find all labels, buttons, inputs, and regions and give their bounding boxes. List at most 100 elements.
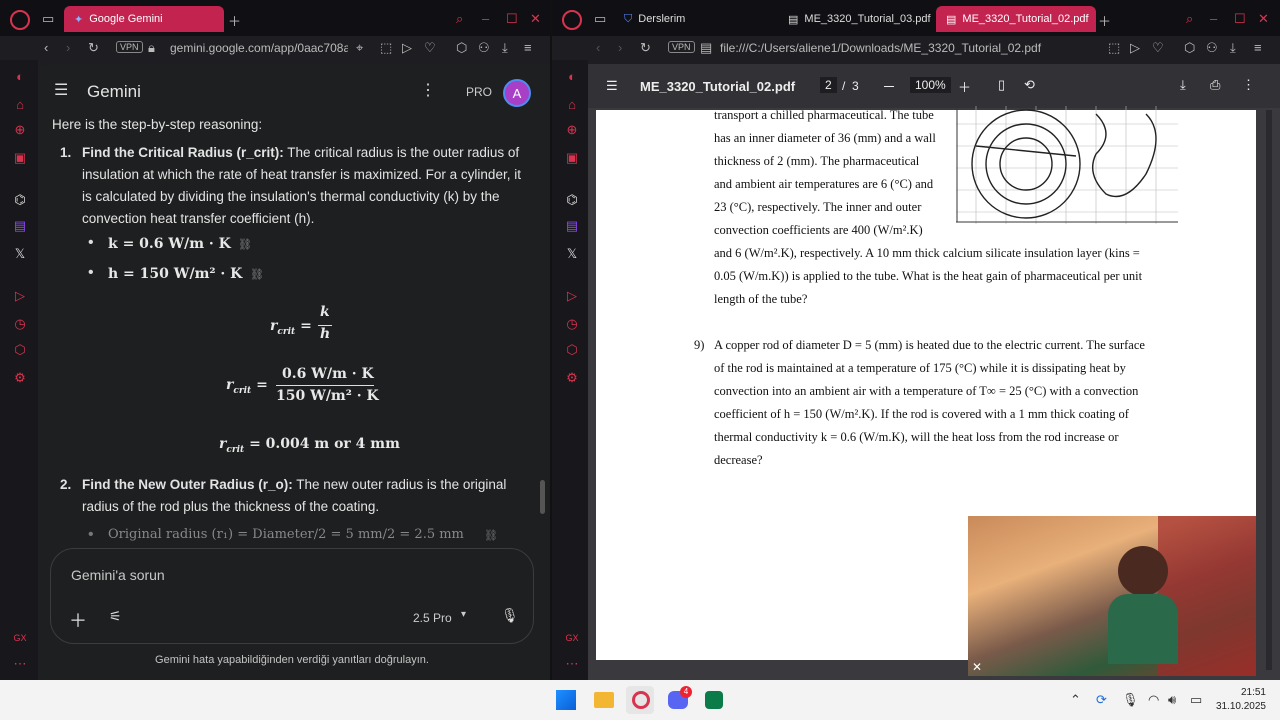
profile-icon[interactable]: ⚇ [478, 40, 490, 56]
back-icon[interactable]: ‹ [44, 40, 48, 55]
clock-date[interactable]: 31.10.2025 [1200, 701, 1266, 712]
clock-time[interactable]: 21:51 [1226, 687, 1266, 698]
zoom-input[interactable]: 100% [910, 77, 951, 93]
microphone-icon[interactable]: 🎙︎ [1122, 692, 1139, 708]
new-tab-icon[interactable]: ＋ [228, 11, 241, 30]
sync-icon[interactable]: ⟳ [1096, 692, 1107, 708]
chat-app-icon[interactable] [705, 691, 723, 709]
heart-icon[interactable]: ♡ [1152, 40, 1164, 56]
reload-icon[interactable]: ↻ [88, 40, 99, 56]
extensions-icon[interactable]: ⬡ [1184, 40, 1195, 56]
opera-logo-icon[interactable] [10, 10, 30, 30]
search-icon[interactable]: ⌕ [1186, 11, 1193, 27]
search-icon[interactable]: ⌕ [456, 11, 463, 27]
maximize-icon[interactable]: ☐ [506, 11, 518, 27]
workspaces-icon[interactable]: ▭ [594, 11, 606, 27]
maximize-icon[interactable]: ☐ [1234, 11, 1246, 27]
sidebar-extensions-icon[interactable]: ⬡ [564, 342, 580, 358]
menu-icon[interactable]: ≡ [1254, 40, 1262, 55]
sidebar-more-icon[interactable]: ⋯ [12, 656, 28, 672]
sidebar-bag-icon[interactable]: ⌂ [12, 96, 28, 112]
sidebar-chatgpt-icon[interactable]: ⌬ [12, 192, 28, 208]
sidebar-twitch-icon[interactable]: ▤ [12, 218, 28, 234]
sidebar-x-icon[interactable]: 𝕏 [12, 246, 28, 262]
pdf-download-icon[interactable]: ⤓ [1180, 77, 1186, 93]
send-icon[interactable]: ▷ [1130, 40, 1140, 56]
link-icon[interactable]: ⛓ [238, 238, 252, 251]
extensions-icon[interactable]: ⬡ [456, 40, 467, 56]
fit-page-icon[interactable]: ▯ [998, 77, 1005, 93]
scrollbar-thumb[interactable] [540, 480, 545, 514]
sidebar-bag-icon[interactable]: ⌂ [564, 96, 580, 112]
tab-tutorial-03[interactable]: ▤ ME_3320_Tutorial_03.pdf [778, 6, 936, 32]
close-icon[interactable]: ✕ [530, 11, 541, 27]
volume-icon[interactable]: 🔊︎ [1168, 692, 1176, 708]
tools-icon[interactable]: ⚟ [109, 608, 122, 625]
chevron-down-icon[interactable]: ▾ [461, 609, 466, 620]
vpn-badge[interactable]: VPN [116, 41, 143, 53]
sidebar-aria-icon[interactable]: ◐ [12, 68, 28, 84]
url-input[interactable]: file:///C:/Users/aliene1/Downloads/ME_33… [720, 41, 1100, 55]
opera-logo-icon[interactable] [562, 10, 582, 30]
zoom-in-icon[interactable]: ＋ [958, 77, 971, 96]
wifi-icon[interactable]: ◠ [1148, 692, 1159, 708]
avatar[interactable]: A [503, 79, 531, 107]
sidebar-history-icon[interactable]: ◷ [12, 316, 28, 332]
sidebar-x-icon[interactable]: 𝕏 [564, 246, 580, 262]
profile-icon[interactable]: ⚇ [1206, 40, 1218, 56]
sidebar-more-icon[interactable]: ⋯ [564, 656, 580, 672]
hamburger-icon[interactable]: ☰ [54, 80, 68, 100]
sidebar-twitch-icon[interactable]: ▤ [564, 218, 580, 234]
sidebar-settings-icon[interactable]: ⚙ [564, 370, 580, 386]
minimize-icon[interactable]: – [1210, 11, 1217, 26]
close-icon[interactable]: ✕ [1258, 11, 1269, 27]
sidebar-tv-icon[interactable]: ▣ [12, 150, 28, 166]
sidebar-history-icon[interactable]: ◷ [564, 316, 580, 332]
more-options-icon[interactable]: ⋮ [420, 80, 436, 100]
sidebar-gamepad-icon[interactable]: ⊕ [12, 122, 28, 138]
menu-icon[interactable]: ≡ [524, 40, 532, 55]
snapshot-icon[interactable]: ⬚ [1108, 40, 1120, 56]
pin-icon[interactable]: ⌖ [356, 40, 363, 56]
forward-icon[interactable]: › [66, 40, 70, 55]
forward-icon[interactable]: › [618, 40, 622, 55]
zoom-out-icon[interactable] [884, 86, 894, 87]
prompt-input[interactable]: Gemini'a sorun [71, 567, 165, 583]
tab-gemini[interactable]: ✦ Google Gemini [64, 6, 224, 32]
heart-icon[interactable]: ♡ [424, 40, 436, 56]
send-icon[interactable]: ▷ [402, 40, 412, 56]
url-input[interactable]: gemini.google.com/app/0aac708a [170, 41, 348, 55]
reload-icon[interactable]: ↻ [640, 40, 651, 56]
sidebar-settings-icon[interactable]: ⚙ [12, 370, 28, 386]
vpn-badge[interactable]: VPN [668, 41, 695, 53]
page-number-input[interactable]: 2 [820, 77, 837, 93]
pdf-more-icon[interactable]: ⋮ [1242, 77, 1255, 93]
download-icon[interactable]: ⤓ [502, 40, 508, 56]
link-icon[interactable]: ⛓ [484, 529, 498, 542]
pdf-scrollbar[interactable] [1266, 110, 1272, 670]
model-selector[interactable]: 2.5 Pro [413, 611, 452, 625]
back-icon[interactable]: ‹ [596, 40, 600, 55]
opera-icon[interactable] [632, 691, 650, 709]
download-icon[interactable]: ⤓ [1230, 40, 1236, 56]
tab-derslerim[interactable]: ⛉ Derslerim [614, 6, 774, 32]
sidebar-chatgpt-icon[interactable]: ⌬ [564, 192, 580, 208]
chevron-up-icon[interactable]: ⌃ [1070, 692, 1081, 708]
sidebar-gamepad-icon[interactable]: ⊕ [564, 122, 580, 138]
sidebar-extensions-icon[interactable]: ⬡ [12, 342, 28, 358]
tab-tutorial-02[interactable]: ▤ ME_3320_Tutorial_02.pdf [936, 6, 1096, 32]
new-tab-icon[interactable]: ＋ [1098, 11, 1111, 30]
snapshot-icon[interactable]: ⬚ [380, 40, 392, 56]
pdf-menu-icon[interactable]: ☰ [606, 78, 618, 94]
start-icon[interactable] [556, 690, 576, 710]
rotate-icon[interactable]: ⟲ [1024, 77, 1035, 93]
minimize-icon[interactable]: – [482, 11, 489, 26]
sidebar-gx-icon[interactable]: GX [564, 630, 580, 646]
video-close-icon[interactable]: ✕ [972, 660, 982, 674]
sidebar-aria-icon[interactable]: ◐ [564, 68, 580, 84]
link-icon[interactable]: ⛓ [250, 268, 264, 281]
workspaces-icon[interactable]: ▭ [42, 11, 54, 27]
microphone-icon[interactable]: 🎙︎ [501, 607, 519, 624]
video-thumbnail[interactable]: ✕ [968, 516, 1256, 676]
sidebar-player-icon[interactable]: ▷ [12, 288, 28, 304]
